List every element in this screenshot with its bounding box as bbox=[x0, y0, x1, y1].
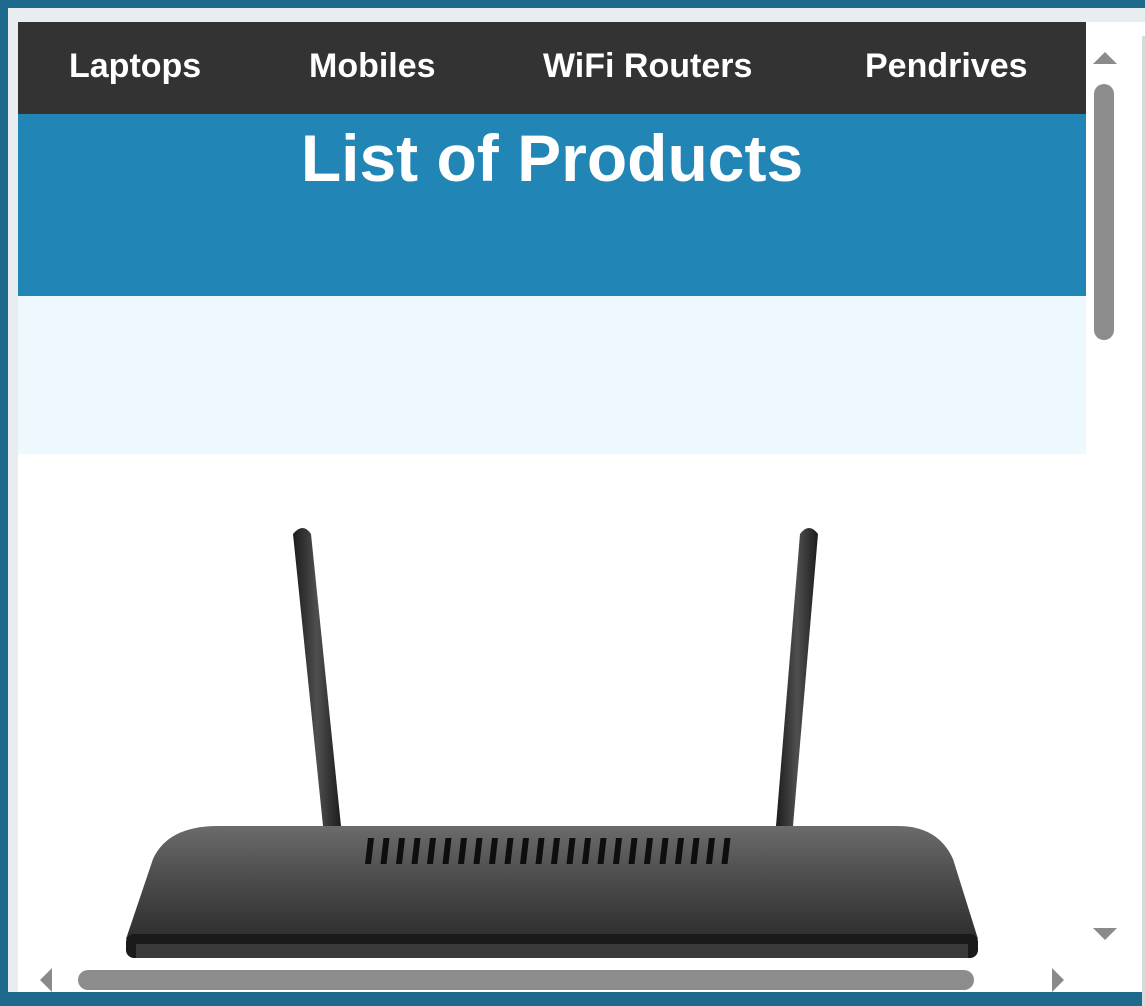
scroll-up-arrow-icon[interactable] bbox=[1093, 52, 1117, 64]
scroll-right-arrow-icon[interactable] bbox=[1052, 968, 1064, 992]
page-title: List of Products bbox=[300, 121, 804, 195]
vertical-scroll-thumb[interactable] bbox=[1094, 84, 1114, 340]
nav-link-pendrives[interactable]: Pendrives bbox=[865, 47, 1028, 86]
scroll-down-arrow-icon[interactable] bbox=[1093, 928, 1117, 940]
page-header-banner: List of Products bbox=[18, 114, 1086, 296]
top-navigation-bar: Laptops Mobiles WiFi Routers Pendrives bbox=[18, 22, 1086, 114]
content-band bbox=[18, 296, 1086, 454]
horizontal-scrollbar[interactable] bbox=[18, 962, 1124, 992]
product-section bbox=[18, 454, 1086, 958]
scroll-left-arrow-icon[interactable] bbox=[40, 968, 52, 992]
horizontal-scroll-thumb[interactable] bbox=[78, 970, 974, 990]
nav-link-mobiles[interactable]: Mobiles bbox=[309, 47, 436, 86]
nav-link-wifi-routers[interactable]: WiFi Routers bbox=[543, 47, 752, 86]
browser-frame: Laptops Mobiles WiFi Routers Pendrives L… bbox=[8, 8, 1145, 1006]
wifi-router-icon[interactable] bbox=[18, 454, 1086, 958]
vertical-scrollbar[interactable] bbox=[1086, 22, 1124, 958]
page-viewport: Laptops Mobiles WiFi Routers Pendrives L… bbox=[18, 22, 1086, 958]
nav-link-laptops[interactable]: Laptops bbox=[69, 47, 201, 86]
